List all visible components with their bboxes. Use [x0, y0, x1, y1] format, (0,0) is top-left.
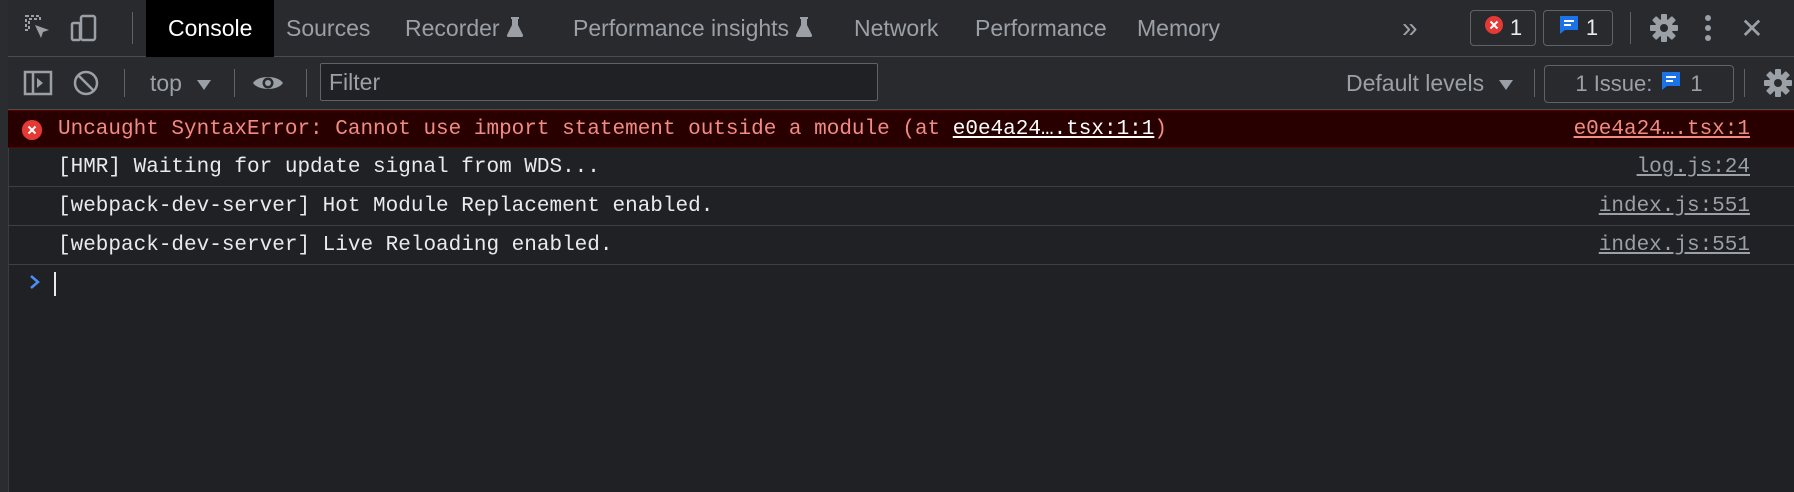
message-source-link[interactable]: index.js:551	[1599, 188, 1750, 226]
error-icon	[22, 120, 42, 140]
message-text: [HMR] Waiting for update signal from WDS…	[58, 156, 600, 179]
tab-memory[interactable]: Memory	[1115, 0, 1242, 56]
message-text: [webpack-dev-server] Live Reloading enab…	[58, 234, 613, 257]
context-selector[interactable]: top	[150, 57, 212, 109]
sidebar-toggle-icon[interactable]	[20, 65, 56, 101]
console-settings-gear-icon[interactable]	[1760, 65, 1794, 101]
tab-recorder[interactable]: Recorder	[383, 0, 546, 56]
separator	[1534, 69, 1535, 97]
error-text: Uncaught SyntaxError: Cannot use import …	[58, 118, 1167, 141]
tab-performance-insights[interactable]: Performance insights	[551, 0, 835, 56]
log-levels-dropdown[interactable]: Default levels	[1346, 57, 1514, 109]
console-log-message: [HMR] Waiting for update signal from WDS…	[8, 149, 1794, 187]
message-source-link[interactable]: index.js:551	[1599, 227, 1750, 265]
tab-performance[interactable]: Performance	[953, 0, 1129, 56]
console-log-message: [webpack-dev-server] Live Reloading enab…	[8, 227, 1794, 265]
message-count-badge[interactable]: 1	[1543, 10, 1613, 46]
dropdown-arrow-icon	[196, 70, 212, 96]
error-count-badge[interactable]: 1	[1470, 10, 1536, 46]
message-text: [webpack-dev-server] Hot Module Replacem…	[58, 195, 714, 218]
filter-input[interactable]	[320, 63, 878, 101]
separator	[1744, 69, 1745, 97]
inspect-element-icon[interactable]	[20, 10, 56, 46]
message-source-link[interactable]: e0e4a24….tsx:1	[1574, 111, 1750, 149]
flask-icon	[506, 2, 524, 58]
issues-button[interactable]: 1 Issue: 1	[1544, 65, 1734, 103]
separator	[234, 69, 235, 97]
console-prompt[interactable]	[8, 264, 1794, 304]
prompt-chevron-icon	[28, 270, 42, 299]
message-source-link[interactable]: log.js:24	[1637, 149, 1750, 187]
separator	[132, 12, 133, 44]
error-location-link[interactable]: e0e4a24….tsx:1:1	[953, 118, 1155, 141]
live-expression-eye-icon[interactable]	[250, 65, 286, 101]
separator	[124, 69, 125, 97]
device-toolbar-icon[interactable]	[66, 10, 102, 46]
tab-sources[interactable]: Sources	[264, 0, 392, 56]
flask-icon	[795, 2, 813, 58]
console-error-message: Uncaught SyntaxError: Cannot use import …	[8, 110, 1794, 148]
dropdown-arrow-icon	[1498, 70, 1514, 96]
tab-network[interactable]: Network	[832, 0, 960, 56]
separator	[1630, 12, 1631, 44]
message-icon	[1660, 70, 1682, 98]
clear-console-icon[interactable]	[68, 65, 104, 101]
separator	[306, 69, 307, 97]
console-filter-bar: top Default levels 1 Issue: 1	[8, 57, 1794, 110]
settings-gear-icon[interactable]	[1646, 10, 1682, 46]
close-icon[interactable]: ✕	[1734, 10, 1770, 46]
message-icon	[1558, 14, 1580, 42]
more-tabs-icon[interactable]: »	[1392, 0, 1428, 56]
text-caret	[54, 272, 56, 296]
error-icon	[1484, 15, 1504, 41]
more-options-icon[interactable]	[1690, 10, 1726, 46]
console-log-message: [webpack-dev-server] Hot Module Replacem…	[8, 188, 1794, 226]
tab-console[interactable]: Console	[146, 0, 275, 58]
tab-bar: Console Sources Recorder Performance ins…	[8, 0, 1794, 58]
